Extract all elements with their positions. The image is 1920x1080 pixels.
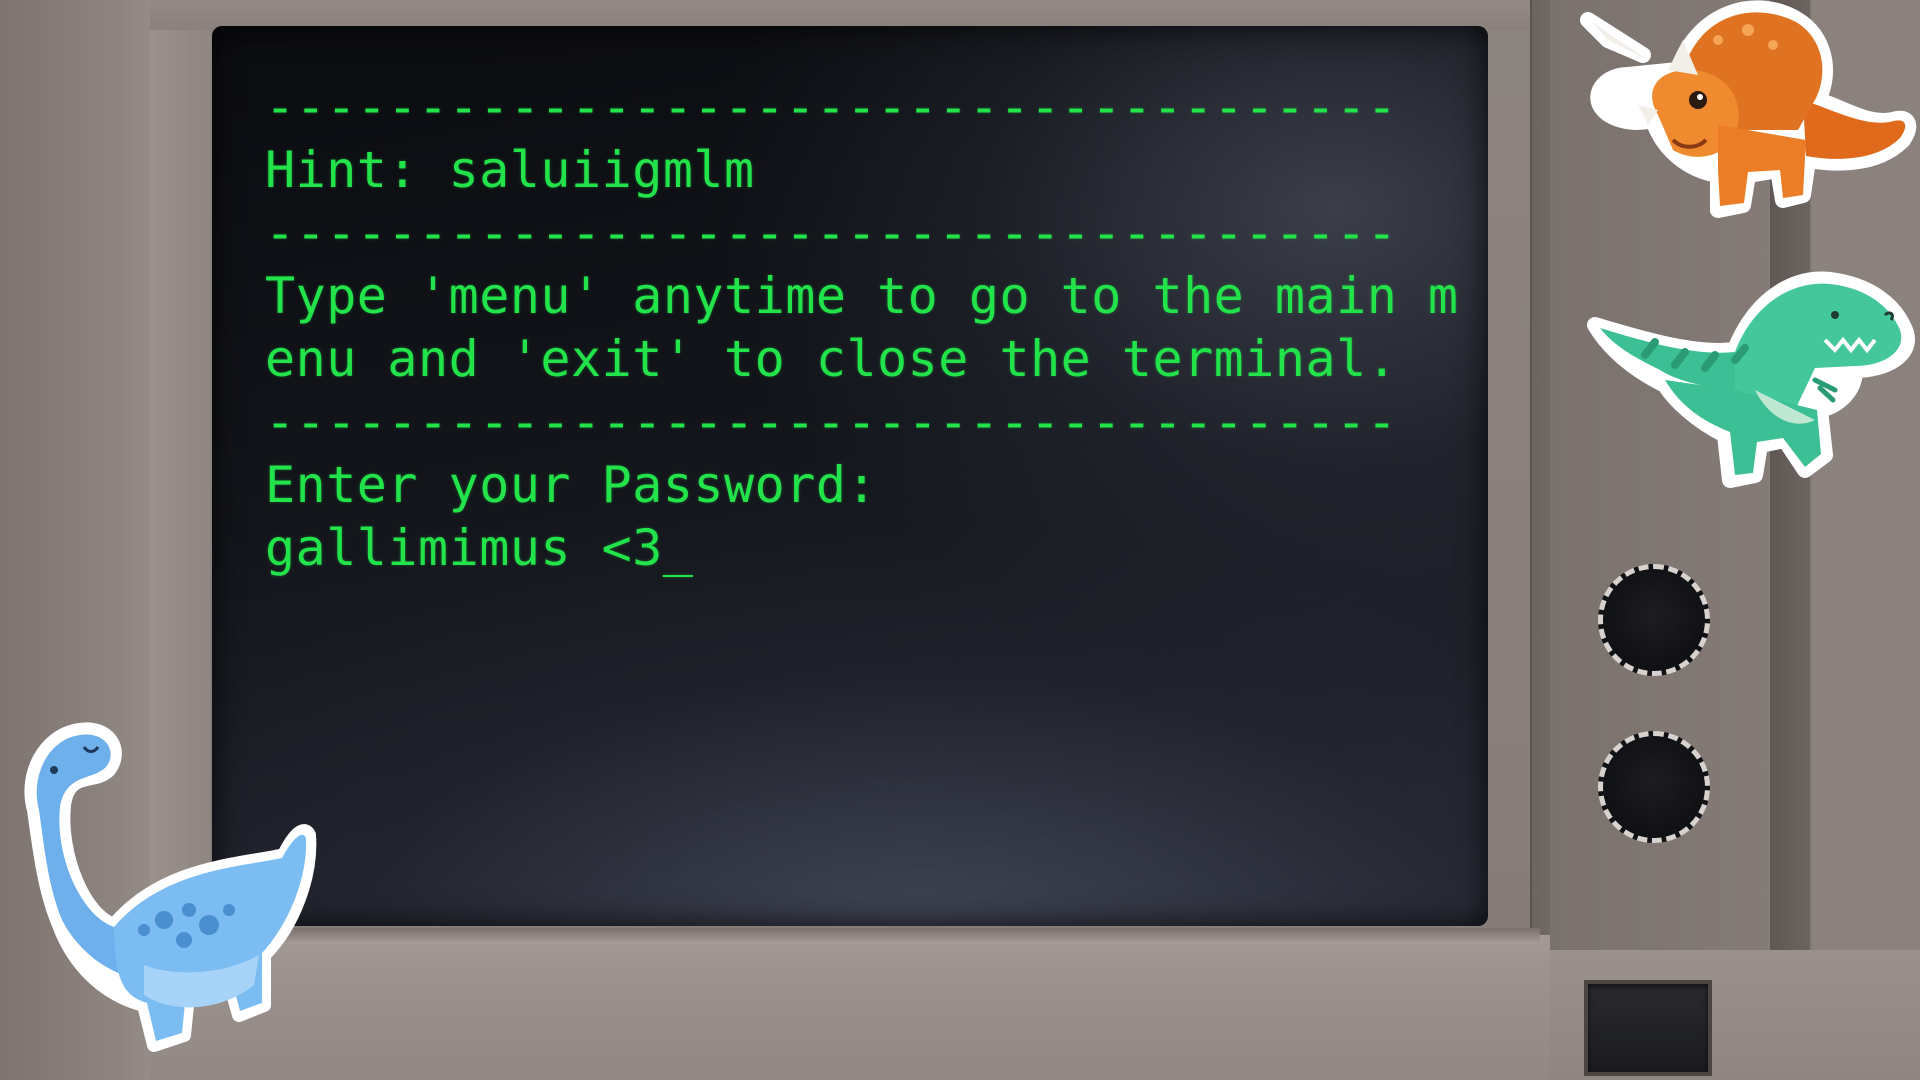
divider-line: ------------------------------------- <box>265 78 1398 136</box>
lower-knob[interactable] <box>1598 731 1710 843</box>
trex-sticker-icon <box>1587 271 1915 488</box>
monitor-case-ledge <box>200 928 1540 944</box>
terminal-output: ------------------------------------- Hi… <box>265 76 1459 580</box>
divider-line: ------------------------------------- <box>265 204 1398 262</box>
password-prompt: Enter your Password: <box>265 456 878 514</box>
brachiosaurus-sticker-icon <box>24 722 317 1052</box>
password-input[interactable]: gallimimus <3_ <box>265 517 1445 580</box>
crt-monitor-scene: ------------------------------------- Hi… <box>0 0 1920 1080</box>
triceratops-sticker-icon <box>1580 0 1917 218</box>
monitor-case-bottom <box>150 935 1550 1080</box>
hint-line: Hint: saluiigmlm <box>265 141 755 199</box>
power-button[interactable] <box>1584 980 1712 1076</box>
divider-line: ------------------------------------- <box>265 393 1398 451</box>
instructions-line-2: enu and 'exit' to close the terminal. <box>265 330 1398 388</box>
terminal-screen[interactable]: ------------------------------------- Hi… <box>212 26 1488 926</box>
instructions-line-1: Type 'menu' anytime to go to the main m <box>265 267 1459 325</box>
upper-knob[interactable] <box>1598 564 1710 676</box>
